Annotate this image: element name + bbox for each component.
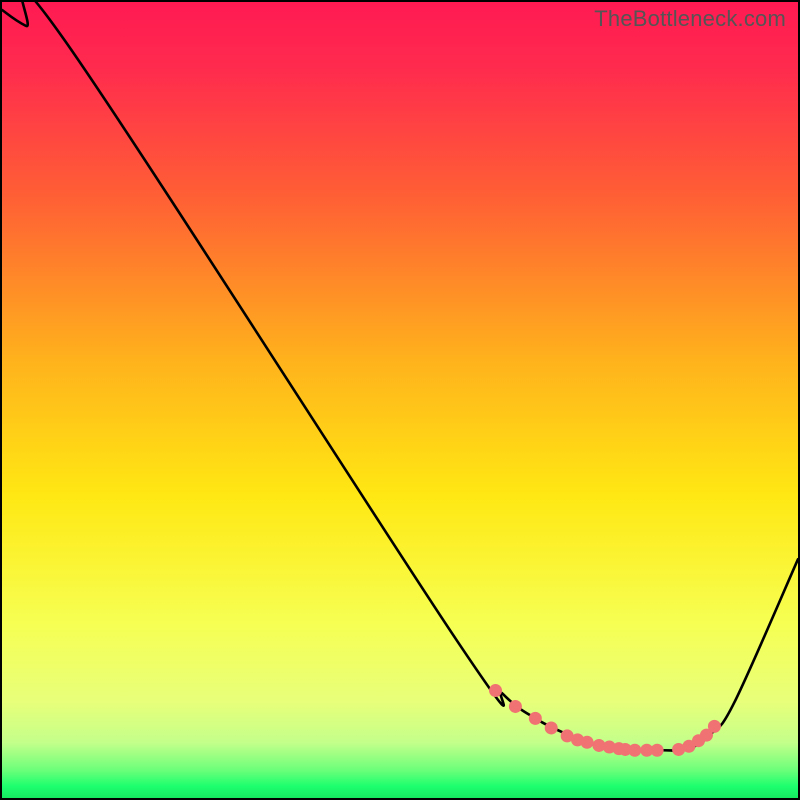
watermark-text: TheBottleneck.com	[594, 6, 786, 32]
background-gradient	[2, 2, 798, 798]
chart-frame: TheBottleneck.com	[0, 0, 800, 800]
